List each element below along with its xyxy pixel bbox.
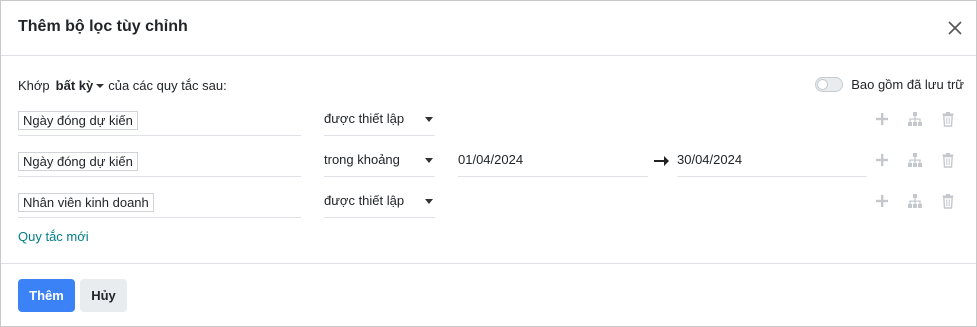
plus-icon[interactable] <box>874 152 890 168</box>
match-prefix: Khớp <box>18 78 50 93</box>
plus-icon[interactable] <box>874 193 890 209</box>
rule-operator-value: được thiết lập <box>324 193 405 208</box>
rule-field-tag: Ngày đóng dự kiến <box>18 111 138 130</box>
match-selected-value: bất kỳ <box>55 78 94 93</box>
date-to-input[interactable]: 30/04/2024 <box>677 150 867 177</box>
dialog-header: Thêm bộ lọc tùy chỉnh <box>1 1 976 56</box>
rule-operator-value: trong khoảng <box>324 152 400 167</box>
chevron-down-icon <box>96 83 105 88</box>
rule-field-selector[interactable]: Ngày đóng dự kiến <box>18 109 301 136</box>
chevron-down-icon <box>425 199 433 204</box>
rule-operator-value: được thiết lập <box>324 111 405 126</box>
custom-filter-dialog: Thêm bộ lọc tùy chỉnh Khớp bất kỳ của cá… <box>0 0 977 327</box>
rule-actions <box>874 150 964 172</box>
date-from-input[interactable]: 01/04/2024 <box>458 150 648 177</box>
filter-rule: Nhân viên kinh doanh được thiết lập <box>1 191 976 219</box>
rule-actions <box>874 191 964 213</box>
match-selector[interactable]: bất kỳ <box>56 78 105 93</box>
rule-field-selector[interactable]: Nhân viên kinh doanh <box>18 191 301 218</box>
date-to-value: 30/04/2024 <box>677 152 743 167</box>
add-button[interactable]: Thêm <box>18 279 75 312</box>
chevron-down-icon <box>425 117 433 122</box>
dialog-footer: Thêm Hủy <box>1 263 976 327</box>
rule-field-tag: Ngày đóng dự kiến <box>18 152 138 171</box>
include-archived: Bao gồm đã lưu trữ <box>815 77 964 92</box>
chevron-down-icon <box>425 158 433 163</box>
filter-rule: Ngày đóng dự kiến được thiết lập <box>1 109 976 137</box>
include-archived-toggle[interactable] <box>815 77 844 92</box>
plus-icon[interactable] <box>874 111 890 127</box>
rule-operator-select[interactable]: được thiết lập <box>324 109 435 136</box>
toggle-knob <box>817 79 829 90</box>
cancel-button[interactable]: Hủy <box>80 279 127 312</box>
sitemap-icon[interactable] <box>907 152 923 168</box>
match-line: Khớp bất kỳ của các quy tắc sau: <box>18 78 227 93</box>
close-icon[interactable] <box>944 17 966 39</box>
rule-actions <box>874 109 964 131</box>
date-from-value: 01/04/2024 <box>458 152 524 167</box>
arrow-right-icon <box>654 154 670 166</box>
trash-icon[interactable] <box>940 193 956 209</box>
rule-field-selector[interactable]: Ngày đóng dự kiến <box>18 150 301 177</box>
include-archived-label: Bao gồm đã lưu trữ <box>851 77 964 92</box>
trash-icon[interactable] <box>940 111 956 127</box>
dialog-body: Khớp bất kỳ của các quy tắc sau: Bao gồm… <box>1 56 976 263</box>
dialog-title: Thêm bộ lọc tùy chỉnh <box>18 18 188 35</box>
rule-operator-select[interactable]: được thiết lập <box>324 191 435 218</box>
rule-operator-select[interactable]: trong khoảng <box>324 150 435 177</box>
filter-rule: Ngày đóng dự kiến trong khoảng 01/04/202… <box>1 150 976 178</box>
rule-field-tag: Nhân viên kinh doanh <box>18 193 154 212</box>
match-suffix: của các quy tắc sau: <box>108 78 227 93</box>
sitemap-icon[interactable] <box>907 111 923 127</box>
trash-icon[interactable] <box>940 152 956 168</box>
new-rule-link[interactable]: Quy tắc mới <box>18 229 89 244</box>
sitemap-icon[interactable] <box>907 193 923 209</box>
